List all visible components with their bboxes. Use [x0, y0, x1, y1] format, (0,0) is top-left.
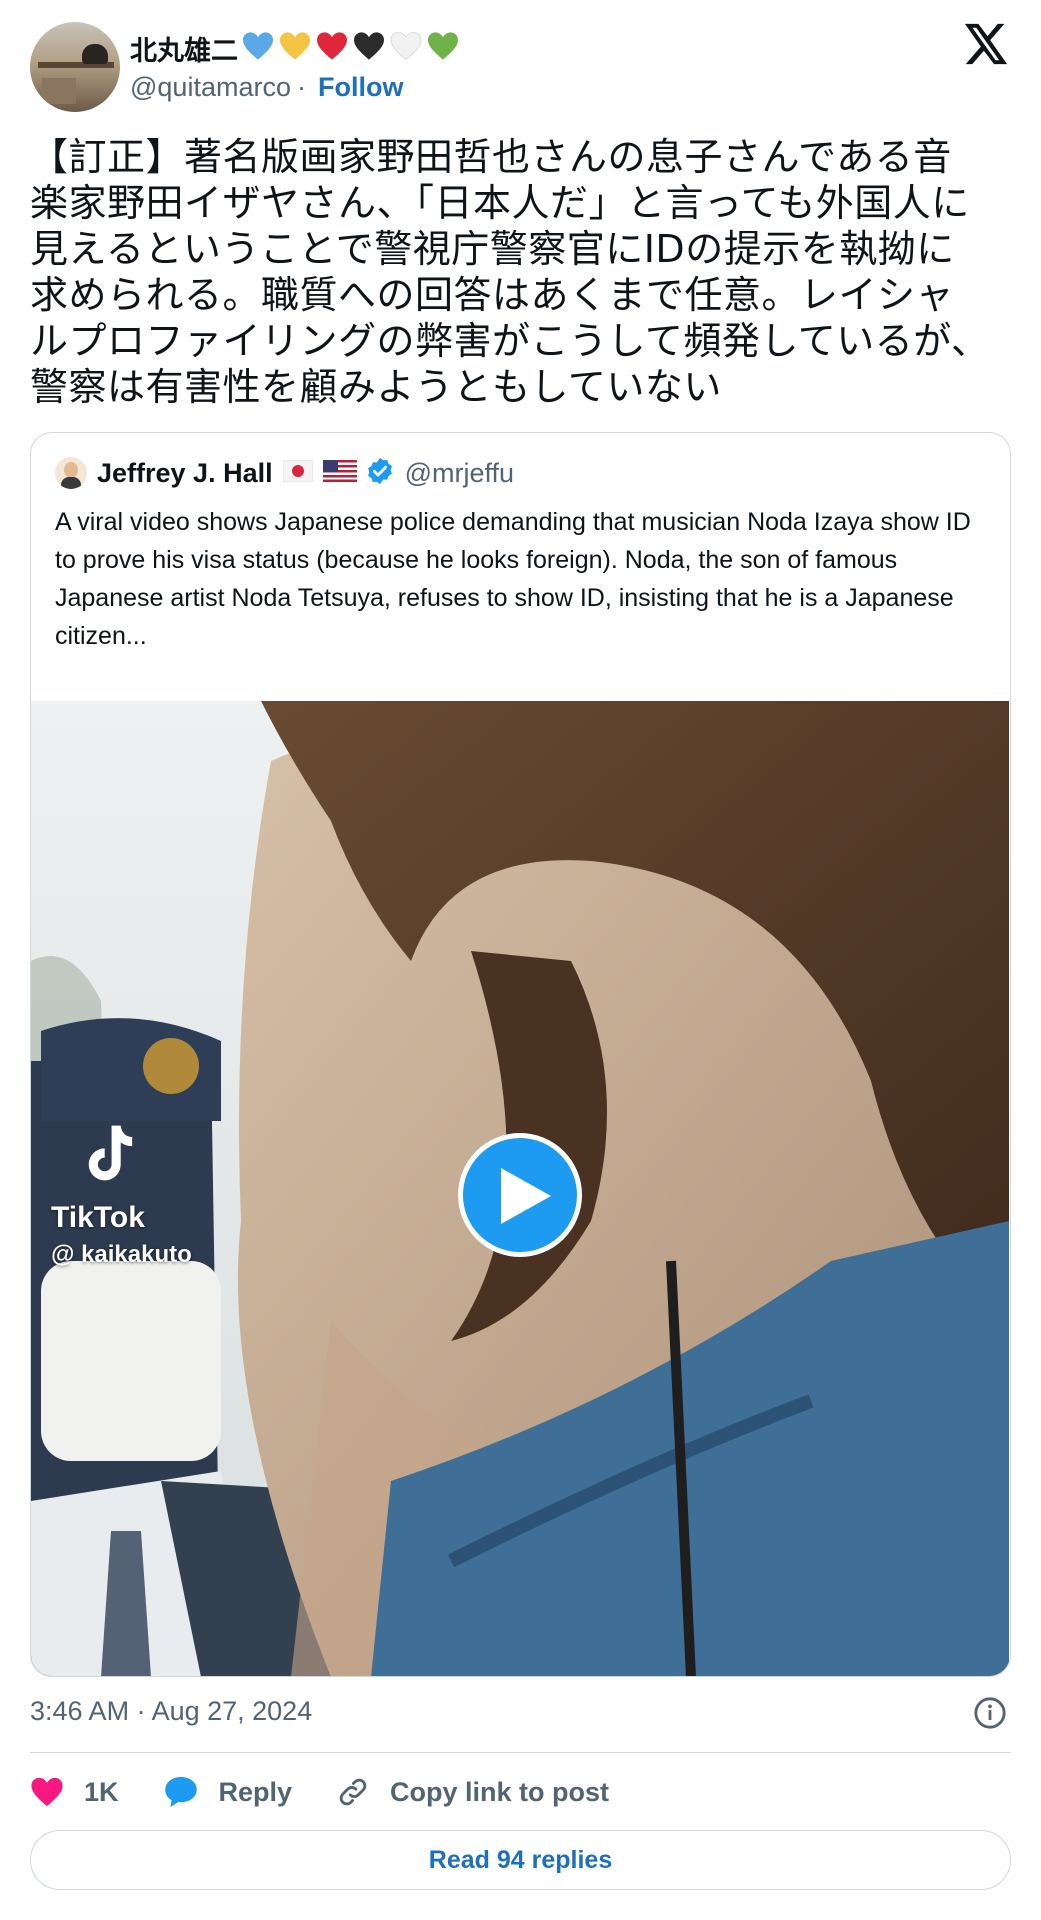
japan-flag-icon — [282, 459, 314, 487]
post-timestamp[interactable]: 3:46 AM · Aug 27, 2024 — [30, 1696, 312, 1727]
quoted-author-name: Jeffrey J. Hall — [97, 457, 273, 488]
quoted-post-text: A viral video shows Japanese police dema… — [55, 508, 971, 650]
quoted-post-header: Jeffrey J. Hall @mrjeffu — [55, 453, 514, 493]
author-display-name[interactable]: 北丸雄二 — [130, 29, 238, 68]
heart-emoji-white-icon — [389, 31, 423, 66]
avatar[interactable] — [30, 22, 120, 112]
divider — [30, 1752, 1011, 1753]
author-handle[interactable]: @quitamarco — [130, 72, 291, 103]
link-icon — [336, 1775, 370, 1809]
post-text: 【訂正】著名版画家野田哲也さんの息子さんである音楽家野田イザヤさん、「日本人だ」… — [30, 135, 990, 409]
reply-button[interactable]: Reply — [163, 1775, 293, 1809]
separator-dot: · — [296, 72, 306, 102]
like-count: 1K — [84, 1776, 119, 1807]
x-logo-icon[interactable] — [963, 22, 1011, 70]
copy-link-button[interactable]: Copy link to post — [336, 1775, 609, 1809]
video-thumbnail[interactable]: TikTok @ kaikakuto — [31, 701, 1009, 1676]
reply-bubble-icon — [163, 1775, 199, 1809]
usa-flag-icon — [322, 459, 357, 487]
read-replies-button[interactable]: Read 94 replies — [30, 1830, 1011, 1890]
author-name-line[interactable]: 北丸雄二 — [130, 30, 460, 66]
heart-emoji-black-icon — [352, 31, 386, 66]
like-button[interactable]: 1K — [30, 1776, 119, 1808]
info-icon[interactable] — [973, 1696, 1007, 1735]
verified-badge-icon — [365, 456, 395, 491]
heart-emoji-blue-icon — [241, 31, 275, 66]
play-icon — [501, 1168, 551, 1224]
quoted-author-handle: @mrjeffu — [404, 457, 515, 488]
follow-link[interactable]: Follow — [318, 72, 403, 103]
action-bar: 1K Reply Copy link to post — [30, 1770, 653, 1814]
heart-emoji-yellow-icon — [278, 31, 312, 66]
tiktok-watermark: TikTok — [51, 1201, 145, 1234]
tiktok-logo-icon — [79, 1121, 135, 1190]
heart-icon — [30, 1776, 64, 1808]
tiktok-username: @ kaikakuto — [51, 1241, 192, 1268]
heart-emoji-green-icon — [426, 31, 460, 66]
play-button[interactable] — [458, 1133, 582, 1257]
quoted-post[interactable]: Jeffrey J. Hall @mrjeffu A viral video s… — [30, 432, 1011, 1677]
heart-emoji-red-icon — [315, 31, 349, 66]
author-handle-line: @quitamarco · Follow — [130, 72, 403, 103]
copy-link-label: Copy link to post — [390, 1776, 610, 1807]
post-header: 北丸雄二 @quitamarco · Follow — [30, 22, 1011, 112]
quoted-avatar — [55, 457, 87, 489]
reply-label: Reply — [218, 1776, 293, 1807]
embedded-post: 北丸雄二 @quitamarco · Follow 【訂正】著名版画家野田哲也さ… — [0, 0, 1041, 1920]
